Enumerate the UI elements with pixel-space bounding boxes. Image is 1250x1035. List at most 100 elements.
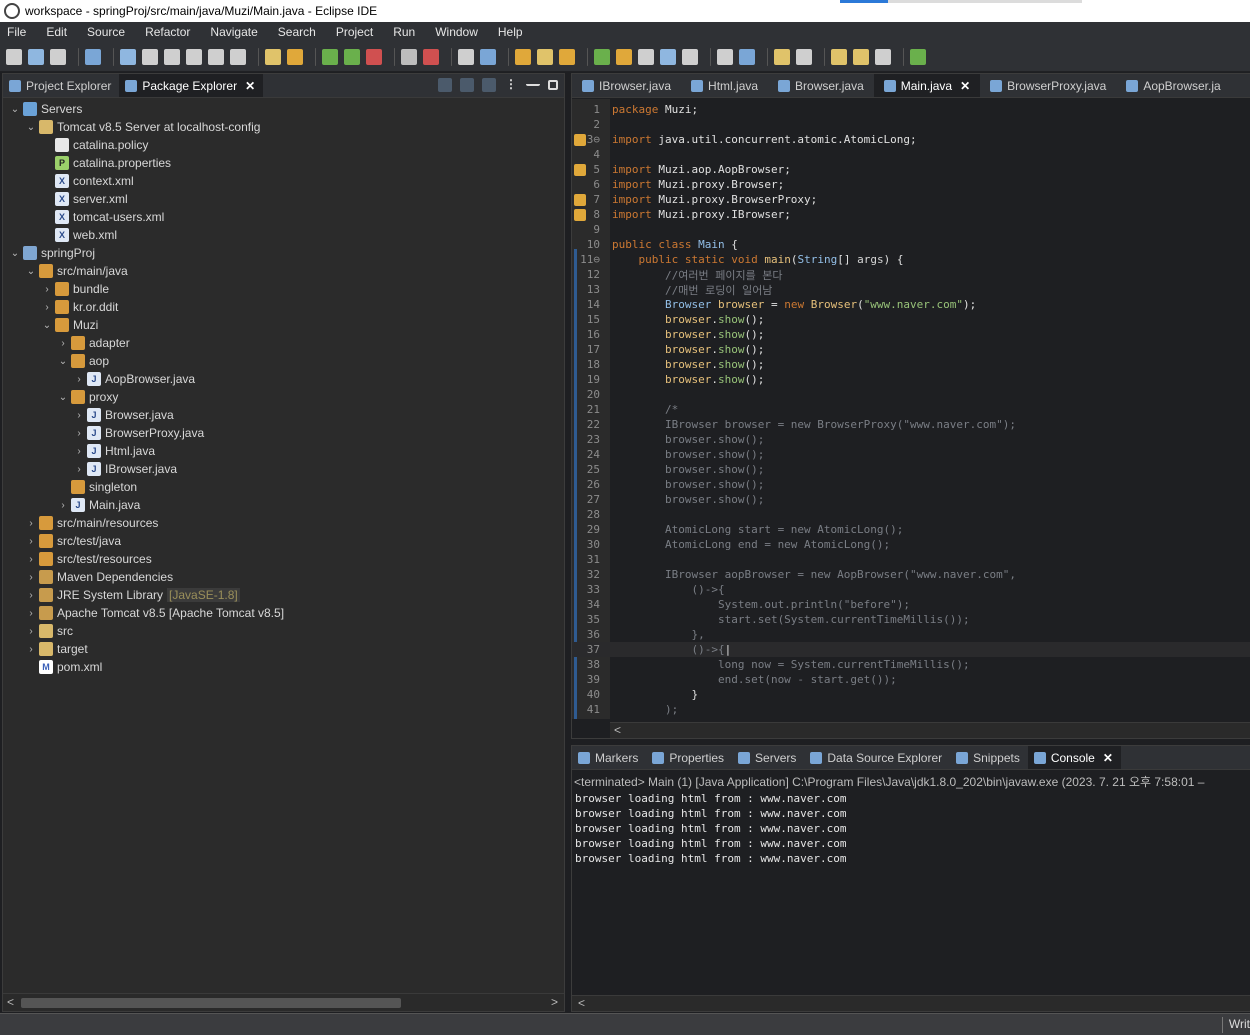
chevron-down-icon[interactable]: ⌄ [9,104,21,115]
toolbar-button-icon[interactable] [515,48,531,65]
editor-tab-ibrowser-java[interactable]: IBrowser.java [572,74,681,97]
chevron-right-icon[interactable]: › [25,626,37,637]
toolbar-button-icon[interactable] [910,48,926,65]
tree-item[interactable]: › src/test/java [25,532,121,550]
chevron-right-icon[interactable]: › [73,446,85,457]
chevron-right-icon[interactable]: › [41,302,53,313]
menu-item-run[interactable]: Run [393,25,415,39]
console-horizontal-scrollbar[interactable]: < [572,995,1250,1011]
chevron-down-icon[interactable]: ⌄ [25,122,37,133]
warning-icon[interactable] [574,208,586,221]
tab-data-source-explorer[interactable]: Data Source Explorer [804,746,950,769]
toolbar-button-icon[interactable] [423,48,439,65]
filter-icon[interactable] [482,78,496,92]
tree-item[interactable]: › J BrowserProxy.java [73,424,204,442]
tab-project-explorer[interactable]: Project Explorer [3,74,119,97]
close-icon[interactable]: ✕ [960,79,970,93]
editor-tab-html-java[interactable]: Html.java [681,74,768,97]
toolbar-button-icon[interactable] [739,48,755,65]
chevron-right-icon[interactable]: › [25,518,37,529]
chevron-right-icon[interactable]: › [25,554,37,565]
menu-item-search[interactable]: Search [278,25,316,39]
toolbar-button-icon[interactable] [831,48,847,65]
toolbar-button-icon[interactable] [682,48,698,65]
toolbar-button-icon[interactable] [537,48,553,65]
menu-item-edit[interactable]: Edit [46,25,67,39]
tree-item[interactable]: › adapter [57,334,130,352]
editor-tab-browserproxy-java[interactable]: BrowserProxy.java [980,74,1116,97]
toolbar-button-icon[interactable] [366,48,382,65]
link-with-editor-icon[interactable] [460,78,474,92]
warning-icon[interactable] [574,133,586,146]
chevron-down-icon[interactable]: ⌄ [57,356,69,367]
tree-item[interactable]: Pcatalina.properties [41,154,171,172]
code-area[interactable]: 1 package Muzi; 2 3⊖ import java.util.concur… [572,99,1250,719]
toolbar-button-icon[interactable] [322,48,338,65]
warning-icon[interactable] [574,193,586,206]
tree-item[interactable]: Mpom.xml [25,658,102,676]
chevron-right-icon[interactable]: › [25,572,37,583]
close-icon[interactable]: ✕ [1103,751,1113,765]
chevron-right-icon[interactable]: › [73,374,85,385]
tree-item[interactable]: Xweb.xml [41,226,117,244]
close-icon[interactable]: ✕ [245,79,255,93]
tree-item[interactable]: › J Browser.java [73,406,174,424]
toolbar-button-icon[interactable] [796,48,812,65]
tree-item[interactable]: › src [25,622,73,640]
tree-item[interactable]: catalina.policy [41,136,148,154]
toolbar-button-icon[interactable] [594,48,610,65]
tree-item[interactable]: › J IBrowser.java [73,460,177,478]
tab-markers[interactable]: Markers [572,746,646,769]
tree-item[interactable]: ⌄ Tomcat v8.5 Server at localhost-config [25,118,260,136]
chevron-right-icon[interactable]: › [25,608,37,619]
editor-tab-main-java[interactable]: Main.java ✕ [873,74,981,97]
toolbar-button-icon[interactable] [344,48,360,65]
horizontal-scrollbar[interactable]: < > [3,993,564,1011]
toolbar-button-icon[interactable] [186,48,202,65]
toolbar-button-icon[interactable] [717,48,733,65]
toolbar-button-icon[interactable] [208,48,224,65]
toolbar-button-icon[interactable] [287,48,303,65]
chevron-right-icon[interactable]: › [25,536,37,547]
toolbar-button-icon[interactable] [230,48,246,65]
tree-item[interactable]: › bundle [41,280,109,298]
scroll-right-icon[interactable]: > [551,995,558,1009]
chevron-right-icon[interactable]: › [57,338,69,349]
toolbar-button-icon[interactable] [85,48,101,65]
chevron-right-icon[interactable]: › [73,428,85,439]
editor-tab-aopbrowser-ja[interactable]: AopBrowser.ja [1116,74,1230,97]
warning-icon[interactable] [574,163,586,176]
tree-item[interactable]: ⌄ Servers [9,100,82,118]
toolbar-button-icon[interactable] [50,48,66,65]
toolbar-button-icon[interactable] [638,48,654,65]
toolbar-button-icon[interactable] [458,48,474,65]
tree-item[interactable]: Xcontext.xml [41,172,134,190]
editor-tab-browser-java[interactable]: Browser.java [768,74,874,97]
toolbar-button-icon[interactable] [853,48,869,65]
tree-item[interactable]: ⌄ Muzi [41,316,98,334]
chevron-down-icon[interactable]: ⌄ [57,392,69,403]
tab-console[interactable]: Console ✕ [1027,746,1121,769]
toolbar-button-icon[interactable] [480,48,496,65]
toolbar-button-icon[interactable] [28,48,44,65]
chevron-down-icon[interactable]: ⌄ [25,266,37,277]
chevron-right-icon[interactable]: › [25,590,37,601]
tab-servers[interactable]: Servers [732,746,804,769]
toolbar-button-icon[interactable] [559,48,575,65]
tree-item[interactable]: › Maven Dependencies [25,568,173,586]
scroll-thumb[interactable] [21,998,401,1008]
menu-item-refactor[interactable]: Refactor [145,25,190,39]
tree-item[interactable]: ⌄ proxy [57,388,118,406]
tree-item[interactable]: › J Html.java [73,442,155,460]
menu-item-window[interactable]: Window [435,25,478,39]
chevron-down-icon[interactable]: ⌄ [41,320,53,331]
editor-horizontal-scrollbar[interactable]: < [610,722,1250,738]
chevron-down-icon[interactable]: ⌄ [9,248,21,259]
toolbar-button-icon[interactable] [616,48,632,65]
toolbar-button-icon[interactable] [120,48,136,65]
toolbar-button-icon[interactable] [142,48,158,65]
tree-item[interactable]: ⌄ aop [57,352,109,370]
tree-item[interactable]: › target [25,640,88,658]
tree-item[interactable]: › Apache Tomcat v8.5 [Apache Tomcat v8.5] [25,604,284,622]
toolbar-button-icon[interactable] [164,48,180,65]
